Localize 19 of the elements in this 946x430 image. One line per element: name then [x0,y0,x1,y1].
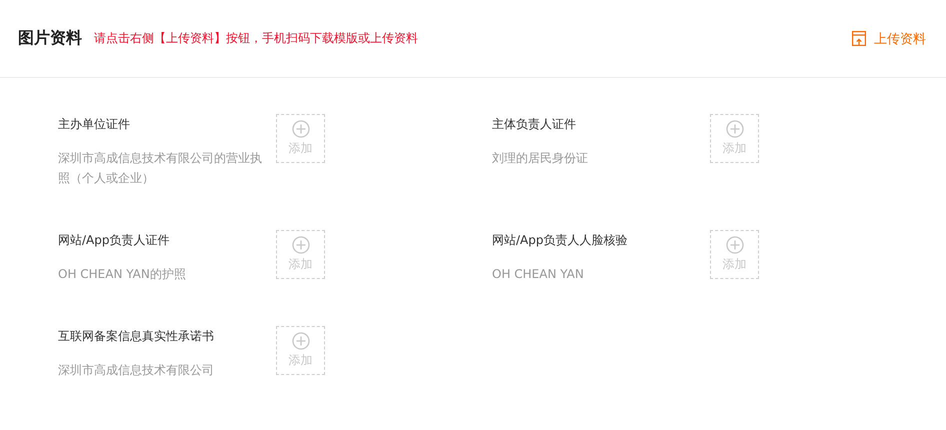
hint-text: 请点击右侧【上传资料】按钮，手机扫码下载模版或上传资料 [94,30,418,47]
item-detail: OH CHEAN YAN的护照 [58,266,187,283]
item-label: 主体负责人证件 [492,116,577,133]
item-label: 互联网备案信息真实性承诺书 [58,328,215,345]
section-title: 图片资料 [18,28,82,49]
item-detail: 深圳市高成信息技术有限公司的营业执照（个人或企业） [58,150,263,187]
plus-icon [292,120,310,138]
item-detail: 深圳市高成信息技术有限公司 [58,362,215,379]
upload-button[interactable]: 上传资料 [852,30,926,48]
plus-icon [726,236,744,254]
item-label: 网站/App负责人人脸核验 [492,232,628,249]
plus-icon [726,120,744,138]
plus-icon [292,332,310,350]
item-label: 主办单位证件 [58,116,131,133]
item-detail: 刘理的居民身份证 [492,150,589,167]
item-detail: OH CHEAN YAN [492,266,585,283]
upload-icon [852,31,866,46]
plus-icon [292,236,310,254]
item-label: 网站/App负责人证件 [58,232,170,249]
